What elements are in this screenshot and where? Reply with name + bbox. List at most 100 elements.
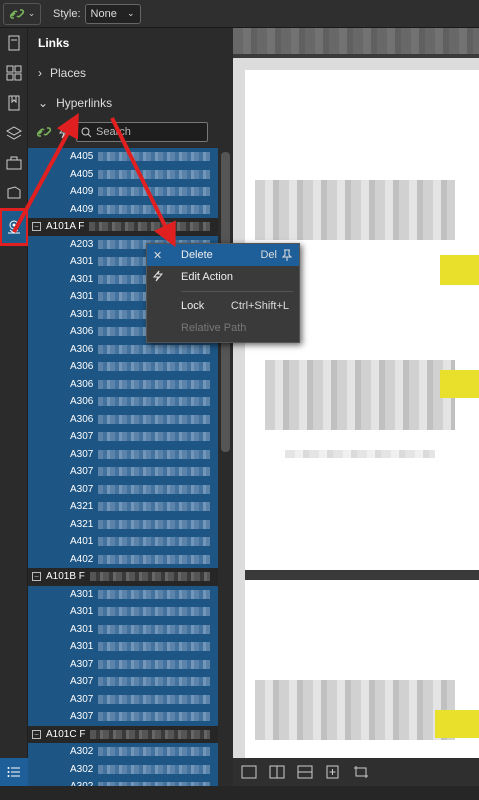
link-icon <box>9 8 24 19</box>
places-section[interactable]: › Places <box>28 58 233 88</box>
list-item[interactable]: A307 <box>28 463 218 481</box>
action-bolt-icon[interactable] <box>58 125 70 139</box>
list-item[interactable]: A306 <box>28 341 218 359</box>
chevron-down-icon: ⌄ <box>126 8 135 18</box>
list-item[interactable]: A306 <box>28 393 218 411</box>
collapse-icon[interactable]: − <box>32 729 41 739</box>
list-item[interactable]: A301 <box>28 603 218 621</box>
single-page-icon[interactable] <box>241 765 257 779</box>
link-icon[interactable] <box>36 125 52 139</box>
list-item[interactable]: A321 <box>28 498 218 516</box>
list-item[interactable]: A409 <box>28 201 218 219</box>
list-item[interactable]: A307 <box>28 656 218 674</box>
redacted-text <box>98 694 210 704</box>
redacted-text <box>98 712 210 722</box>
menu-separator <box>181 291 293 292</box>
redacted-text <box>98 414 210 424</box>
redacted-text <box>98 589 210 599</box>
link-code: A302 <box>70 746 94 758</box>
link-code: A307 <box>70 693 94 705</box>
search-input[interactable]: Search <box>76 122 208 142</box>
menu-item-delete[interactable]: ✕ Delete Del <box>147 244 299 266</box>
link-code: A402 <box>70 553 94 565</box>
group-label: A101B F <box>46 571 85 583</box>
list-item[interactable]: A307 <box>28 708 218 726</box>
link-code: A307 <box>70 448 94 460</box>
layers-icon[interactable] <box>0 118 28 148</box>
redacted-text <box>98 554 210 564</box>
list-item[interactable]: A302 <box>28 743 218 761</box>
link-tool-dropdown[interactable]: ⌄ <box>3 2 41 25</box>
list-item[interactable]: A321 <box>28 516 218 534</box>
redacted-text <box>98 204 210 214</box>
thumbnails-icon[interactable] <box>0 58 28 88</box>
toolchest-icon[interactable] <box>0 148 28 178</box>
list-item[interactable]: A306 <box>28 358 218 376</box>
redacted-text <box>98 397 210 407</box>
list-item[interactable]: A307 <box>28 428 218 446</box>
collapse-icon[interactable]: − <box>32 572 41 582</box>
split-vertical-icon[interactable] <box>269 765 285 779</box>
list-item[interactable]: A307 <box>28 673 218 691</box>
redacted-text <box>98 537 210 547</box>
link-code: A401 <box>70 536 94 548</box>
list-item[interactable]: A405 <box>28 148 218 166</box>
list-item[interactable]: A402 <box>28 551 218 569</box>
link-code: A301 <box>70 308 94 320</box>
list-item[interactable]: A307 <box>28 691 218 709</box>
link-code: A301 <box>70 588 94 600</box>
redacted-text <box>98 187 210 197</box>
list-item[interactable]: A301 <box>28 621 218 639</box>
group-header[interactable]: − A101C F <box>28 725 218 743</box>
list-item[interactable]: A301 <box>28 638 218 656</box>
document-view[interactable] <box>233 28 479 758</box>
search-icon <box>81 127 92 137</box>
link-code: A307 <box>70 676 94 688</box>
link-code: A307 <box>70 431 94 443</box>
redacted-text <box>98 642 210 652</box>
style-select[interactable]: None ⌄ <box>84 3 141 24</box>
list-item[interactable]: A301 <box>28 586 218 604</box>
redacted-text <box>98 659 210 669</box>
redacted-text <box>98 449 210 459</box>
group-header[interactable]: − A101B F <box>28 568 218 586</box>
list-item[interactable]: A409 <box>28 183 218 201</box>
list-item[interactable]: A306 <box>28 411 218 429</box>
redacted-text <box>98 379 210 389</box>
hyperlinks-section[interactable]: ⌄ Hyperlinks <box>28 88 233 118</box>
places-label: Places <box>50 66 87 80</box>
document-icon[interactable] <box>0 28 28 58</box>
close-icon: ✕ <box>153 249 163 262</box>
list-item[interactable]: A405 <box>28 166 218 184</box>
bookmark-icon[interactable] <box>0 88 28 118</box>
pin-icon[interactable] <box>281 249 293 262</box>
link-code: A301 <box>70 291 94 303</box>
link-code: A306 <box>70 326 94 338</box>
links-panel-icon[interactable] <box>0 208 29 246</box>
menu-item-edit-action[interactable]: Edit Action <box>147 266 299 288</box>
menu-item-lock[interactable]: Lock Ctrl+Shift+L <box>147 295 299 317</box>
link-code: A203 <box>70 238 94 250</box>
list-item[interactable]: A306 <box>28 376 218 394</box>
list-item[interactable]: A401 <box>28 533 218 551</box>
list-item[interactable]: A307 <box>28 481 218 499</box>
list-item[interactable]: A302 <box>28 778 218 786</box>
list-item[interactable]: A307 <box>28 446 218 464</box>
vertical-ruler <box>233 70 245 758</box>
left-icon-rail <box>0 28 29 786</box>
spaces-icon[interactable] <box>0 178 28 208</box>
group-header[interactable]: − A101A F <box>28 218 218 236</box>
collapse-icon[interactable]: − <box>32 222 41 232</box>
list-item[interactable]: A302 <box>28 761 218 779</box>
document-page[interactable] <box>245 580 479 758</box>
split-horizontal-icon[interactable] <box>297 765 313 779</box>
status-bar <box>0 786 479 800</box>
list-view-icon[interactable] <box>0 758 28 786</box>
menu-item-relative-path: Relative Path <box>181 322 247 334</box>
add-page-icon[interactable] <box>325 765 341 779</box>
chevron-right-icon: › <box>38 66 42 80</box>
chevron-down-icon: ⌄ <box>38 96 49 110</box>
crop-page-icon[interactable] <box>353 765 369 779</box>
redacted-text <box>98 677 210 687</box>
redacted-text <box>98 467 210 477</box>
